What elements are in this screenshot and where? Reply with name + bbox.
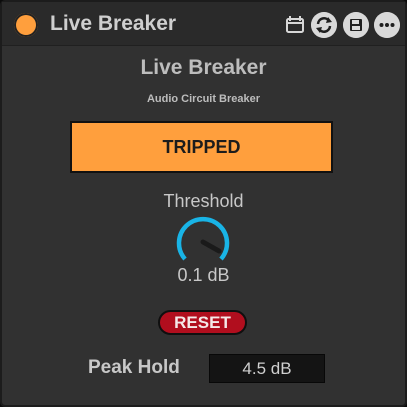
device-title: Live Breaker xyxy=(50,12,177,35)
clip-icon[interactable] xyxy=(282,12,308,38)
reset-button[interactable]: RESET xyxy=(158,310,247,335)
device-title-bar: Live Breaker xyxy=(2,2,405,46)
threshold-label: Threshold xyxy=(163,191,244,211)
device-power-button[interactable] xyxy=(14,13,38,37)
threshold-knob[interactable] xyxy=(172,214,234,270)
device-name-heading: Live Breaker xyxy=(140,56,267,79)
save-icon[interactable] xyxy=(343,12,369,38)
threshold-value: 0.1 dB xyxy=(177,265,230,285)
status-indicator: TRIPPED xyxy=(70,121,333,173)
peak-hold-value: 4.5 dB xyxy=(209,354,325,383)
peak-hold-label: Peak Hold xyxy=(88,357,180,378)
device-subtitle: Audio Circuit Breaker xyxy=(146,93,261,105)
hot-swap-icon[interactable] xyxy=(311,12,337,38)
device-panel: Live Breaker Live Breaker Audio Circuit … xyxy=(0,0,407,407)
knob-needle xyxy=(200,239,222,254)
more-icon[interactable] xyxy=(374,12,400,38)
